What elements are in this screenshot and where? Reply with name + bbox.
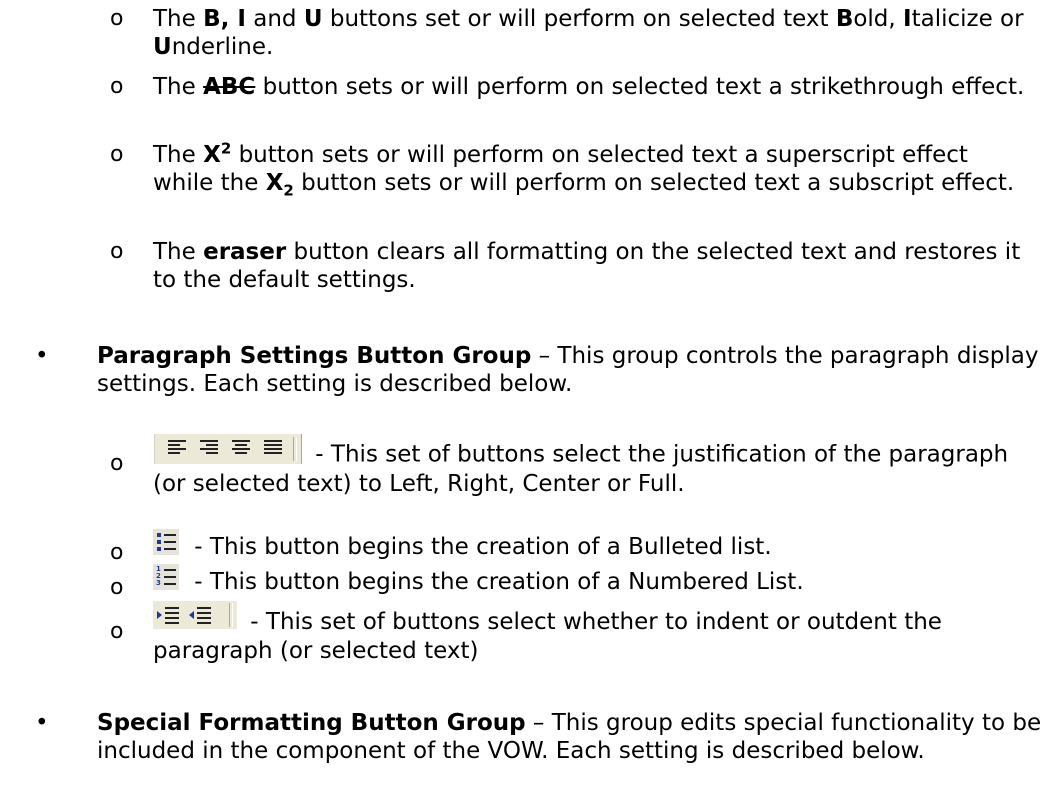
list-item: o The B, I and U buttons set or will per… — [110, 6, 1024, 60]
list-item: o - This set of buttons select whether t… — [110, 600, 1033, 665]
sub-bullet-marker: o — [110, 239, 124, 264]
indent-icon[interactable] — [157, 606, 181, 624]
list-item: o The X2 button sets or will perform on … — [110, 139, 1015, 200]
bulleted-list-icon[interactable] — [153, 528, 179, 555]
align-center-icon[interactable] — [232, 440, 250, 456]
list-item: • Special Formatting Button Group – This… — [35, 710, 1042, 764]
bold-text: B, I — [203, 6, 246, 32]
list-item: • Paragraph Settings Button Group – This… — [35, 343, 1039, 397]
section-heading: Paragraph Settings Button Group — [97, 343, 532, 369]
outdent-icon[interactable] — [189, 606, 213, 624]
indent-toolbar — [153, 600, 237, 629]
list-item: o The ABC button sets or will perform on… — [110, 74, 1025, 100]
superscript-text: 2 — [220, 139, 232, 158]
section-heading: Special Formatting Button Group — [97, 710, 526, 736]
bold-text: U — [303, 6, 323, 32]
document-page: o The B, I and U buttons set or will per… — [0, 0, 1055, 805]
bullet-marker: • — [35, 710, 49, 736]
toolbar-separator — [293, 437, 297, 461]
sub-bullet-marker: o — [110, 74, 124, 99]
list-item: o - This button begins the creation of a… — [110, 528, 1033, 565]
sub-bullet-marker: o — [110, 142, 124, 167]
list-item: o 1 2 3 - This button begins the creatio… — [110, 563, 804, 600]
list-item: o The eraser button clears all formattin… — [110, 239, 1021, 293]
bullet-marker: • — [35, 343, 49, 369]
align-right-icon[interactable] — [200, 440, 218, 456]
align-justify-icon[interactable] — [264, 440, 282, 456]
strikethrough-text: ABC — [203, 74, 256, 100]
toolbar-separator — [229, 602, 233, 627]
sub-bullet-marker: o — [110, 540, 124, 565]
sub-bullet-marker: o — [110, 575, 124, 600]
numbered-list-icon[interactable]: 1 2 3 — [153, 563, 179, 590]
sub-bullet-marker: o — [110, 619, 124, 644]
justify-toolbar — [153, 434, 302, 464]
sub-bullet-marker: o — [110, 451, 124, 476]
align-left-icon[interactable] — [168, 440, 186, 456]
sub-bullet-marker: o — [110, 6, 124, 31]
list-item: o - This set of buttons select the justi… — [110, 434, 1033, 498]
subscript-text: 2 — [283, 181, 294, 200]
